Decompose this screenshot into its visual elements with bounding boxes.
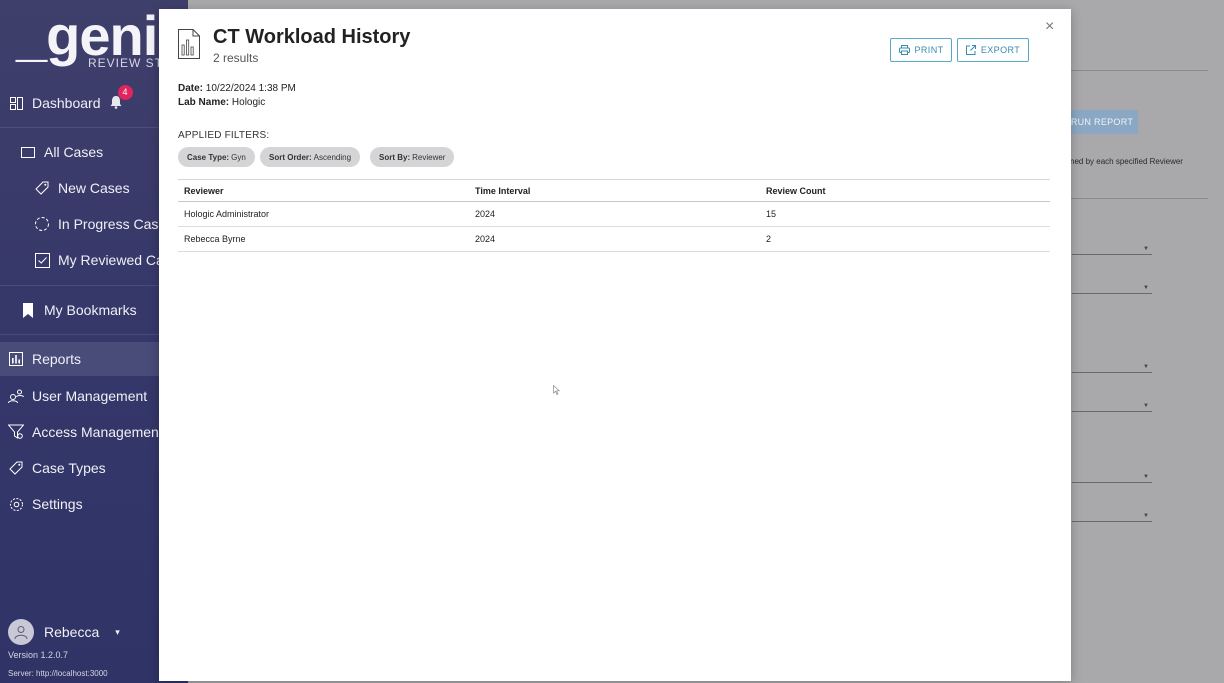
filter-value: Reviewer xyxy=(412,152,446,162)
column-header-reviewer[interactable]: Reviewer xyxy=(184,180,224,201)
sidebar-item-label: User Management xyxy=(32,388,148,404)
select-field[interactable] xyxy=(1072,293,1152,294)
results-count: 2 results xyxy=(213,51,259,65)
cell-reviewer: Rebecca Byrne xyxy=(184,234,246,244)
filter-chip-sort-by: Sort By: Reviewer xyxy=(370,147,455,167)
sidebar-item-label: Dashboard xyxy=(32,95,101,111)
column-header-time-interval[interactable]: Time Interval xyxy=(475,180,530,201)
folder-icon xyxy=(20,144,36,160)
sidebar-item-label: Reports xyxy=(32,351,82,367)
printer-icon xyxy=(898,45,910,55)
gear-icon xyxy=(8,496,24,512)
bookmark-icon xyxy=(20,302,36,318)
filter-chip-case-type: Case Type: Gyn xyxy=(178,147,255,167)
background-divider xyxy=(1068,70,1208,71)
chevron-down-icon: ▼ xyxy=(1143,513,1149,519)
tag-icon xyxy=(8,460,24,476)
filter-value: Gyn xyxy=(231,152,246,162)
report-description: ned by each specified Reviewer xyxy=(1070,157,1183,166)
sidebar-item-label: In Progress Cases xyxy=(58,216,174,232)
version-text: Version 1.2.0.7 xyxy=(8,650,69,660)
user-menu[interactable]: Rebecca ▾ xyxy=(8,619,120,645)
select-field[interactable] xyxy=(1072,411,1152,412)
select-field[interactable] xyxy=(1072,482,1152,483)
checkbox-icon xyxy=(34,252,50,268)
column-header-review-count[interactable]: Review Count xyxy=(766,180,826,201)
date-label: Date: xyxy=(178,83,204,94)
date-value: 10/22/2024 1:38 PM xyxy=(205,83,296,94)
lab-name-value: Hologic xyxy=(231,97,266,108)
chevron-down-icon: ▼ xyxy=(1143,364,1149,370)
cell-time-interval: 2024 xyxy=(475,234,496,244)
report-lab-name: Lab Name: Hologic xyxy=(178,97,265,108)
sidebar-item-label: All Cases xyxy=(44,144,104,160)
chevron-down-icon: ▼ xyxy=(1143,246,1149,252)
filter-key: Sort By: xyxy=(379,152,411,162)
notifications-bell[interactable]: 4 xyxy=(109,84,133,112)
dashboard-icon xyxy=(8,95,24,111)
page-title: CT Workload History xyxy=(213,26,411,48)
background-page xyxy=(1068,0,1224,683)
chevron-down-icon: ▼ xyxy=(1143,403,1149,409)
filter-chip-sort-order: Sort Order: Ascending xyxy=(260,147,361,167)
applied-filters-label: APPLIED FILTERS: xyxy=(178,130,270,141)
tag-icon xyxy=(34,180,50,196)
export-button-label: EXPORT xyxy=(980,45,1021,55)
background-divider xyxy=(1070,198,1208,199)
run-report-button[interactable]: RUN REPORT xyxy=(1066,110,1138,134)
print-button[interactable]: PRINT xyxy=(890,38,952,62)
external-link-icon xyxy=(965,45,976,55)
select-field[interactable] xyxy=(1072,372,1152,373)
filter-key: Sort Order: xyxy=(269,152,312,162)
cell-time-interval: 2024 xyxy=(475,209,496,219)
users-icon xyxy=(8,388,24,404)
cell-reviewer: Hologic Administrator xyxy=(184,209,270,219)
avatar xyxy=(8,619,34,645)
close-icon[interactable]: × xyxy=(1045,19,1054,35)
table-row: Rebecca Byrne 2024 2 xyxy=(178,227,1050,252)
chevron-down-icon: ▼ xyxy=(1143,285,1149,291)
lab-name-label: Lab Name: xyxy=(178,97,230,108)
sidebar-item-label: Case Types xyxy=(32,460,106,476)
filter-key: Case Type: xyxy=(187,152,230,162)
report-modal: × CT Workload History 2 results PRINT EX… xyxy=(159,9,1071,681)
table-row: Hologic Administrator 2024 15 xyxy=(178,202,1050,227)
table-header: Reviewer Time Interval Review Count xyxy=(178,179,1050,202)
report-document-icon xyxy=(178,29,200,59)
filter-lock-icon xyxy=(8,424,24,440)
server-text: Server: http://localhost:3000 xyxy=(8,669,108,678)
sidebar-item-label: Access Management xyxy=(32,424,163,440)
export-button[interactable]: EXPORT xyxy=(957,38,1029,62)
chevron-down-icon: ▼ xyxy=(1143,474,1149,480)
cell-review-count: 2 xyxy=(766,234,772,244)
chevron-down-icon: ▾ xyxy=(115,626,120,637)
print-button-label: PRINT xyxy=(914,45,944,55)
sidebar-item-label: My Bookmarks xyxy=(44,302,137,318)
results-table: Reviewer Time Interval Review Count Holo… xyxy=(178,179,1050,252)
sidebar-item-label: New Cases xyxy=(58,180,130,196)
report-date: Date: 10/22/2024 1:38 PM xyxy=(178,83,296,94)
cell-review-count: 15 xyxy=(766,209,777,219)
progress-spinner-icon xyxy=(34,216,50,232)
notification-badge: 4 xyxy=(117,84,133,100)
reports-chart-icon xyxy=(8,351,24,367)
select-field[interactable] xyxy=(1072,521,1152,522)
select-field[interactable] xyxy=(1072,254,1152,255)
user-name: Rebecca xyxy=(44,624,100,640)
sidebar-item-label: Settings xyxy=(32,496,83,512)
filter-value: Ascending xyxy=(313,152,352,162)
mouse-cursor-icon xyxy=(553,384,561,397)
